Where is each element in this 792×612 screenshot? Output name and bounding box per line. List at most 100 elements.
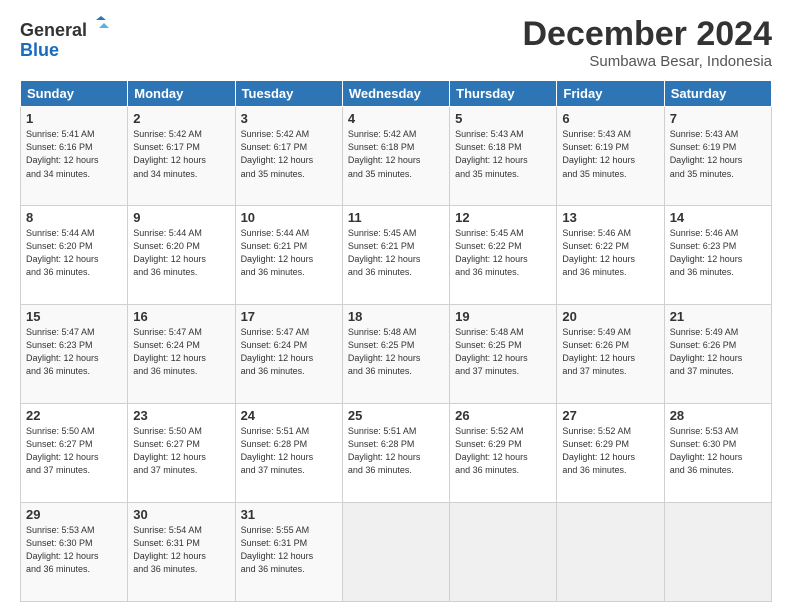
- day-number: 28: [670, 408, 766, 423]
- day-info: Sunrise: 5:48 AMSunset: 6:25 PMDaylight:…: [348, 326, 444, 378]
- day-info: Sunrise: 5:42 AMSunset: 6:17 PMDaylight:…: [241, 128, 337, 180]
- day-number: 1: [26, 111, 122, 126]
- calendar-week-2: 8Sunrise: 5:44 AMSunset: 6:20 PMDaylight…: [21, 206, 772, 305]
- calendar-week-1: 1 Sunrise: 5:41 AMSunset: 6:16 PMDaylight…: [21, 107, 772, 206]
- calendar-day: 29 Sunrise: 5:53 AMSunset: 6:30 PMDayligh…: [21, 503, 128, 602]
- calendar-week-5: 29 Sunrise: 5:53 AMSunset: 6:30 PMDayligh…: [21, 503, 772, 602]
- weekday-header: Friday: [557, 81, 664, 107]
- day-info: Sunrise: 5:44 AMSunset: 6:21 PMDaylight:…: [241, 227, 337, 279]
- day-number: 14: [670, 210, 766, 225]
- calendar-day: 18 Sunrise: 5:48 AMSunset: 6:25 PMDayligh…: [342, 305, 449, 404]
- day-number: 7: [670, 111, 766, 126]
- calendar-day: [450, 503, 557, 602]
- day-info: Sunrise: 5:42 AMSunset: 6:17 PMDaylight:…: [133, 128, 229, 180]
- month-title: December 2024: [522, 16, 772, 53]
- calendar-day: 22 Sunrise: 5:50 AMSunset: 6:27 PMDayligh…: [21, 404, 128, 503]
- day-number: 12: [455, 210, 551, 225]
- calendar-day: 4Sunrise: 5:42 AMSunset: 6:18 PMDaylight…: [342, 107, 449, 206]
- day-info: Sunrise: 5:43 AMSunset: 6:18 PMDaylight:…: [455, 128, 551, 180]
- day-info: Sunrise: 5:48 AMSunset: 6:25 PMDaylight:…: [455, 326, 551, 378]
- calendar-day: 26 Sunrise: 5:52 AMSunset: 6:29 PMDayligh…: [450, 404, 557, 503]
- calendar-week-4: 22 Sunrise: 5:50 AMSunset: 6:27 PMDayligh…: [21, 404, 772, 503]
- day-number: 6: [562, 111, 658, 126]
- day-number: 4: [348, 111, 444, 126]
- day-info: Sunrise: 5:55 AMSunset: 6:31 PMDaylight:…: [241, 524, 337, 576]
- day-number: 22: [26, 408, 122, 423]
- calendar-day: 27 Sunrise: 5:52 AMSunset: 6:29 PMDayligh…: [557, 404, 664, 503]
- calendar-day: 31 Sunrise: 5:55 AMSunset: 6:31 PMDayligh…: [235, 503, 342, 602]
- calendar-day: 16 Sunrise: 5:47 AMSunset: 6:24 PMDayligh…: [128, 305, 235, 404]
- calendar-day: 20 Sunrise: 5:49 AMSunset: 6:26 PMDayligh…: [557, 305, 664, 404]
- day-info: Sunrise: 5:45 AMSunset: 6:22 PMDaylight:…: [455, 227, 551, 279]
- day-info: Sunrise: 5:52 AMSunset: 6:29 PMDaylight:…: [562, 425, 658, 477]
- calendar-day: 19 Sunrise: 5:48 AMSunset: 6:25 PMDayligh…: [450, 305, 557, 404]
- day-info: Sunrise: 5:53 AMSunset: 6:30 PMDaylight:…: [26, 524, 122, 576]
- calendar-day: 1 Sunrise: 5:41 AMSunset: 6:16 PMDaylight…: [21, 107, 128, 206]
- weekday-header: Thursday: [450, 81, 557, 107]
- day-number: 10: [241, 210, 337, 225]
- day-number: 2: [133, 111, 229, 126]
- calendar-day: 23 Sunrise: 5:50 AMSunset: 6:27 PMDayligh…: [128, 404, 235, 503]
- day-number: 5: [455, 111, 551, 126]
- calendar-day: 6 Sunrise: 5:43 AMSunset: 6:19 PMDaylight…: [557, 107, 664, 206]
- day-number: 9: [133, 210, 229, 225]
- day-number: 21: [670, 309, 766, 324]
- calendar-day: 10 Sunrise: 5:44 AMSunset: 6:21 PMDayligh…: [235, 206, 342, 305]
- day-info: Sunrise: 5:47 AMSunset: 6:24 PMDaylight:…: [133, 326, 229, 378]
- calendar-table: SundayMondayTuesdayWednesdayThursdayFrid…: [20, 80, 772, 602]
- logo: General Blue: [20, 16, 110, 68]
- svg-text:Blue: Blue: [20, 40, 59, 60]
- day-number: 15: [26, 309, 122, 324]
- calendar-day: 3Sunrise: 5:42 AMSunset: 6:17 PMDaylight…: [235, 107, 342, 206]
- day-info: Sunrise: 5:49 AMSunset: 6:26 PMDaylight:…: [562, 326, 658, 378]
- calendar-day: 5 Sunrise: 5:43 AMSunset: 6:18 PMDaylight…: [450, 107, 557, 206]
- calendar-page: General Blue December 2024 Sumbawa Besar…: [0, 0, 792, 612]
- day-info: Sunrise: 5:45 AMSunset: 6:21 PMDaylight:…: [348, 227, 444, 279]
- day-info: Sunrise: 5:41 AMSunset: 6:16 PMDaylight:…: [26, 128, 122, 180]
- calendar-week-3: 15Sunrise: 5:47 AMSunset: 6:23 PMDayligh…: [21, 305, 772, 404]
- svg-text:General: General: [20, 20, 87, 40]
- calendar-day: 2 Sunrise: 5:42 AMSunset: 6:17 PMDaylight…: [128, 107, 235, 206]
- day-info: Sunrise: 5:43 AMSunset: 6:19 PMDaylight:…: [562, 128, 658, 180]
- day-number: 27: [562, 408, 658, 423]
- calendar-day: 25Sunrise: 5:51 AMSunset: 6:28 PMDayligh…: [342, 404, 449, 503]
- day-info: Sunrise: 5:54 AMSunset: 6:31 PMDaylight:…: [133, 524, 229, 576]
- day-info: Sunrise: 5:46 AMSunset: 6:22 PMDaylight:…: [562, 227, 658, 279]
- day-number: 18: [348, 309, 444, 324]
- day-info: Sunrise: 5:44 AMSunset: 6:20 PMDaylight:…: [26, 227, 122, 279]
- title-area: December 2024 Sumbawa Besar, Indonesia: [522, 16, 772, 70]
- day-number: 13: [562, 210, 658, 225]
- day-number: 31: [241, 507, 337, 522]
- calendar-day: 12 Sunrise: 5:45 AMSunset: 6:22 PMDayligh…: [450, 206, 557, 305]
- day-number: 20: [562, 309, 658, 324]
- day-info: Sunrise: 5:44 AMSunset: 6:20 PMDaylight:…: [133, 227, 229, 279]
- calendar-day: 7Sunrise: 5:43 AMSunset: 6:19 PMDaylight…: [664, 107, 771, 206]
- weekday-header-row: SundayMondayTuesdayWednesdayThursdayFrid…: [21, 81, 772, 107]
- calendar-day: 28Sunrise: 5:53 AMSunset: 6:30 PMDayligh…: [664, 404, 771, 503]
- calendar-day: 14Sunrise: 5:46 AMSunset: 6:23 PMDayligh…: [664, 206, 771, 305]
- calendar-day: 15Sunrise: 5:47 AMSunset: 6:23 PMDayligh…: [21, 305, 128, 404]
- weekday-header: Tuesday: [235, 81, 342, 107]
- weekday-header: Monday: [128, 81, 235, 107]
- day-number: 16: [133, 309, 229, 324]
- calendar-day: 17Sunrise: 5:47 AMSunset: 6:24 PMDayligh…: [235, 305, 342, 404]
- day-info: Sunrise: 5:49 AMSunset: 6:26 PMDaylight:…: [670, 326, 766, 378]
- day-info: Sunrise: 5:52 AMSunset: 6:29 PMDaylight:…: [455, 425, 551, 477]
- calendar-day: 21 Sunrise: 5:49 AMSunset: 6:26 PMDayligh…: [664, 305, 771, 404]
- day-info: Sunrise: 5:50 AMSunset: 6:27 PMDaylight:…: [26, 425, 122, 477]
- day-number: 24: [241, 408, 337, 423]
- weekday-header: Wednesday: [342, 81, 449, 107]
- day-info: Sunrise: 5:51 AMSunset: 6:28 PMDaylight:…: [241, 425, 337, 477]
- day-info: Sunrise: 5:50 AMSunset: 6:27 PMDaylight:…: [133, 425, 229, 477]
- day-number: 29: [26, 507, 122, 522]
- calendar-day: 13 Sunrise: 5:46 AMSunset: 6:22 PMDayligh…: [557, 206, 664, 305]
- day-info: Sunrise: 5:47 AMSunset: 6:24 PMDaylight:…: [241, 326, 337, 378]
- calendar-day: [342, 503, 449, 602]
- day-number: 26: [455, 408, 551, 423]
- day-number: 23: [133, 408, 229, 423]
- calendar-day: 30Sunrise: 5:54 AMSunset: 6:31 PMDayligh…: [128, 503, 235, 602]
- header: General Blue December 2024 Sumbawa Besar…: [20, 16, 772, 70]
- day-number: 19: [455, 309, 551, 324]
- day-number: 11: [348, 210, 444, 225]
- weekday-header: Sunday: [21, 81, 128, 107]
